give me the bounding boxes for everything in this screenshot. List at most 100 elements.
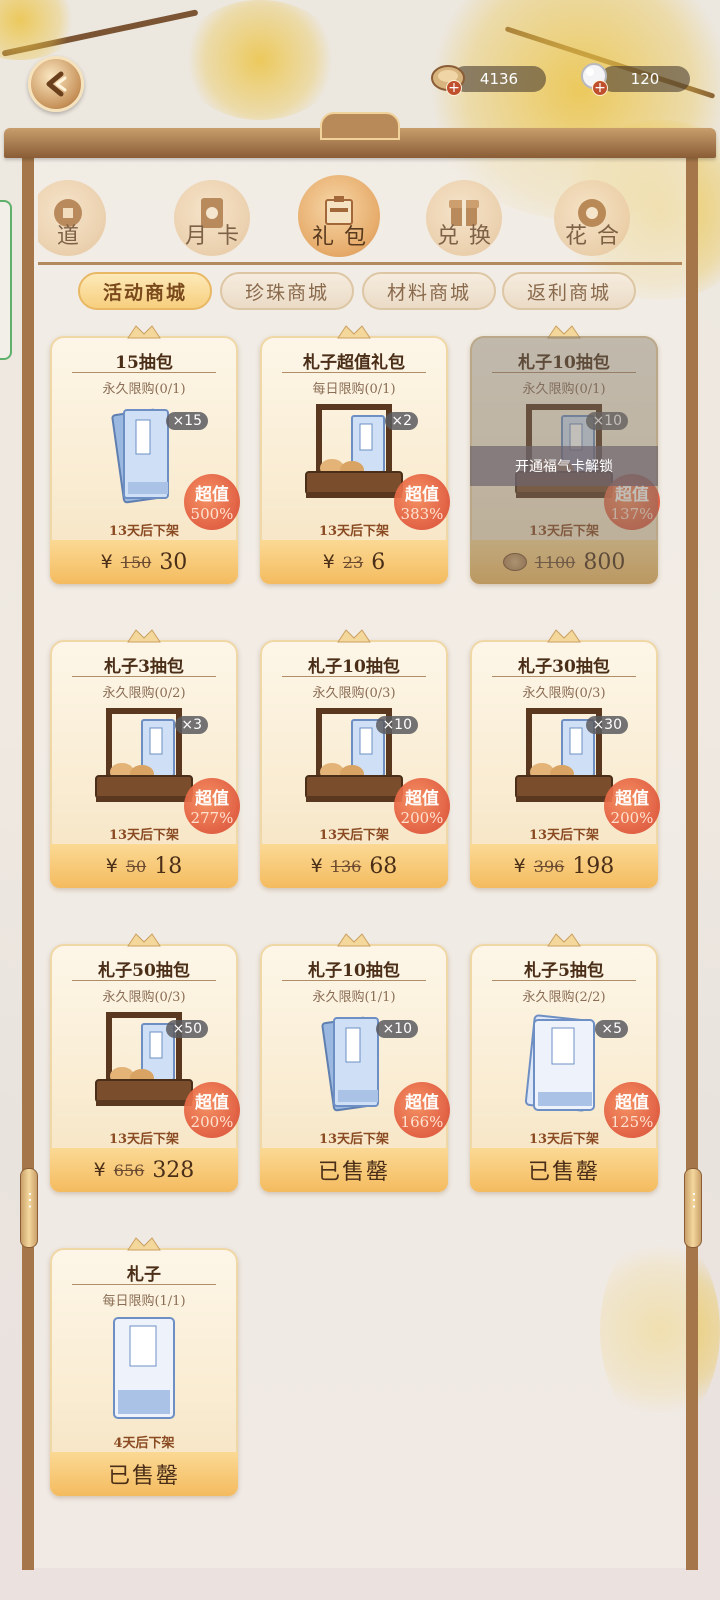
- crown-ornament-icon: [547, 629, 581, 643]
- purchase-limit: 永久限购(0/2): [102, 686, 186, 701]
- sold-out-label: 已售罄: [527, 1160, 600, 1185]
- crown-ornament-icon: [337, 933, 371, 947]
- price-button[interactable]: ¥23 6: [260, 540, 448, 584]
- sale-price: 6: [371, 549, 386, 575]
- product-card[interactable]: 札子10抽包 永久限购(0/3) ×10 超值 200% 13天后下架 ¥136 68: [260, 629, 450, 888]
- sale-price: 68: [369, 853, 398, 879]
- crown-ornament-icon: [127, 629, 161, 643]
- product-image: [84, 1314, 204, 1422]
- crown-ornament-icon: [127, 1237, 161, 1251]
- back-arrow-icon: [46, 71, 67, 97]
- original-price: 396: [533, 856, 565, 876]
- product-card[interactable]: 札子50抽包 永久限购(0/3) ×50 超值 200% 13天后下架 ¥656 328: [50, 933, 240, 1192]
- purchase-limit: 永久限购(2/2): [522, 990, 606, 1005]
- price-button[interactable]: ¥396 198: [470, 844, 658, 888]
- currency-symbol: ¥: [100, 551, 113, 573]
- quantity-badge: ×10: [376, 1020, 418, 1038]
- title-divider: [72, 676, 216, 677]
- expire-text: 13天后下架: [318, 1132, 390, 1147]
- expire-text: 13天后下架: [528, 828, 600, 843]
- add-coin-button[interactable]: +: [446, 80, 462, 96]
- sale-price: 30: [159, 549, 188, 575]
- category-tab-3[interactable]: 礼包: [298, 175, 380, 257]
- category-label: 礼包: [311, 225, 376, 250]
- expire-text: 13天后下架: [108, 828, 180, 843]
- crown-ornament-icon: [337, 325, 371, 339]
- product-card[interactable]: 札子5抽包 永久限购(2/2) ×5 超值 125% 13天后下架 已售罄: [470, 933, 660, 1192]
- coin-amount: 4136: [479, 70, 519, 88]
- original-price: 136: [330, 856, 362, 876]
- category-tab-5[interactable]: 花合: [554, 180, 630, 256]
- price-button[interactable]: ¥656 328: [50, 1148, 238, 1192]
- crown-ornament-icon: [547, 933, 581, 947]
- product-title: 15抽包: [115, 353, 173, 373]
- product-card[interactable]: 札子30抽包 永久限购(0/3) ×30 超值 200% 13天后下架 ¥396 198: [470, 629, 660, 888]
- quantity-badge: ×5: [595, 1020, 628, 1038]
- crown-ornament-icon: [337, 629, 371, 643]
- price-button[interactable]: ¥136 68: [260, 844, 448, 888]
- price-button[interactable]: 已售罄: [470, 1148, 658, 1192]
- product-card[interactable]: 札子超值礼包 每日限购(0/1) ×2 超值 383% 13天后下架 ¥23 6: [260, 325, 450, 584]
- add-pearl-button[interactable]: +: [592, 80, 608, 96]
- title-divider: [282, 676, 426, 677]
- back-button[interactable]: [28, 56, 84, 112]
- currency-symbol: ¥: [322, 551, 335, 573]
- category-tab-2[interactable]: 月卡: [174, 180, 250, 256]
- currency-symbol: ¥: [513, 855, 526, 877]
- product-title: 札子50抽包: [98, 961, 190, 981]
- price-button[interactable]: ¥50 18: [50, 844, 238, 888]
- price-button[interactable]: 已售罄: [50, 1452, 238, 1496]
- purchase-limit: 永久限购(0/3): [522, 686, 606, 701]
- original-price: 23: [342, 552, 364, 572]
- product-title: 札子10抽包: [308, 657, 400, 677]
- quantity-badge: ×30: [586, 716, 628, 734]
- right-scroll-knob[interactable]: ⋮: [684, 1168, 703, 1248]
- product-card[interactable]: 札子10抽包 永久限购(1/1) ×10 超值 166% 13天后下架 已售罄: [260, 933, 450, 1192]
- category-tab-1[interactable]: 道: [38, 180, 106, 256]
- expire-text: 4天后下架: [113, 1436, 175, 1451]
- title-divider: [282, 372, 426, 373]
- category-label: 月卡: [184, 224, 249, 249]
- expire-text: 13天后下架: [318, 828, 390, 843]
- purchase-limit: 永久限购(0/3): [312, 686, 396, 701]
- product-card[interactable]: 札子 每日限购(1/1) 4天后下架 已售罄: [50, 1237, 238, 1496]
- sale-price: 328: [152, 1157, 195, 1183]
- tab-material-shop[interactable]: 材料商城: [362, 272, 496, 310]
- currency-symbol: ¥: [93, 1159, 106, 1181]
- price-button[interactable]: ¥150 30: [50, 540, 238, 584]
- product-title: 札子10抽包: [308, 961, 400, 981]
- sale-price: 18: [154, 853, 183, 879]
- title-divider: [72, 372, 216, 373]
- crown-ornament-icon: [127, 325, 161, 339]
- crown-ornament-icon: [127, 933, 161, 947]
- left-scroll-knob[interactable]: ⋮: [20, 1168, 39, 1248]
- category-label: 花合: [564, 224, 629, 249]
- price-button[interactable]: 已售罄: [260, 1148, 448, 1192]
- sold-out-label: 已售罄: [107, 1464, 180, 1489]
- sold-out-label: 已售罄: [317, 1160, 390, 1185]
- category-tab-4[interactable]: 兑换: [426, 180, 502, 256]
- product-card[interactable]: 札子3抽包 永久限购(0/2) ×3 超值 277% 13天后下架 ¥50 18: [50, 629, 240, 888]
- quantity-badge: ×10: [376, 716, 418, 734]
- tab-activity-shop[interactable]: 活动商城: [78, 272, 212, 310]
- title-divider: [492, 980, 636, 981]
- product-card[interactable]: 15抽包 永久限购(0/1) ×15 超值 500% 13天后下架 ¥150 30: [50, 325, 240, 584]
- purchase-limit: 永久限购(0/3): [102, 990, 186, 1005]
- product-grid: 15抽包 永久限购(0/1) ×15 超值 500% 13天后下架 ¥150 30 札子超…: [50, 325, 666, 1536]
- product-card[interactable]: 札子10抽包 永久限购(0/1) ×10 超值 137% 13天后下架 1100 800 …: [470, 325, 660, 584]
- title-divider: [492, 676, 636, 677]
- side-tab-edge[interactable]: [0, 200, 12, 360]
- quantity-badge: ×50: [166, 1020, 208, 1038]
- currency-symbol: ¥: [310, 855, 323, 877]
- tab-rebate-shop[interactable]: 返利商城: [502, 272, 636, 310]
- original-price: 656: [113, 1160, 145, 1180]
- currency-symbol: ¥: [105, 855, 118, 877]
- title-divider: [72, 1284, 216, 1285]
- product-title: 札子超值礼包: [303, 353, 405, 373]
- tab-pearl-shop[interactable]: 珍珠商城: [220, 272, 354, 310]
- expire-text: 13天后下架: [528, 1132, 600, 1147]
- pearl-amount: 120: [630, 70, 660, 88]
- unlock-banner[interactable]: 开通福气卡解锁: [470, 446, 658, 486]
- category-label: 兑换: [436, 224, 501, 249]
- purchase-limit: 永久限购(0/1): [102, 382, 186, 397]
